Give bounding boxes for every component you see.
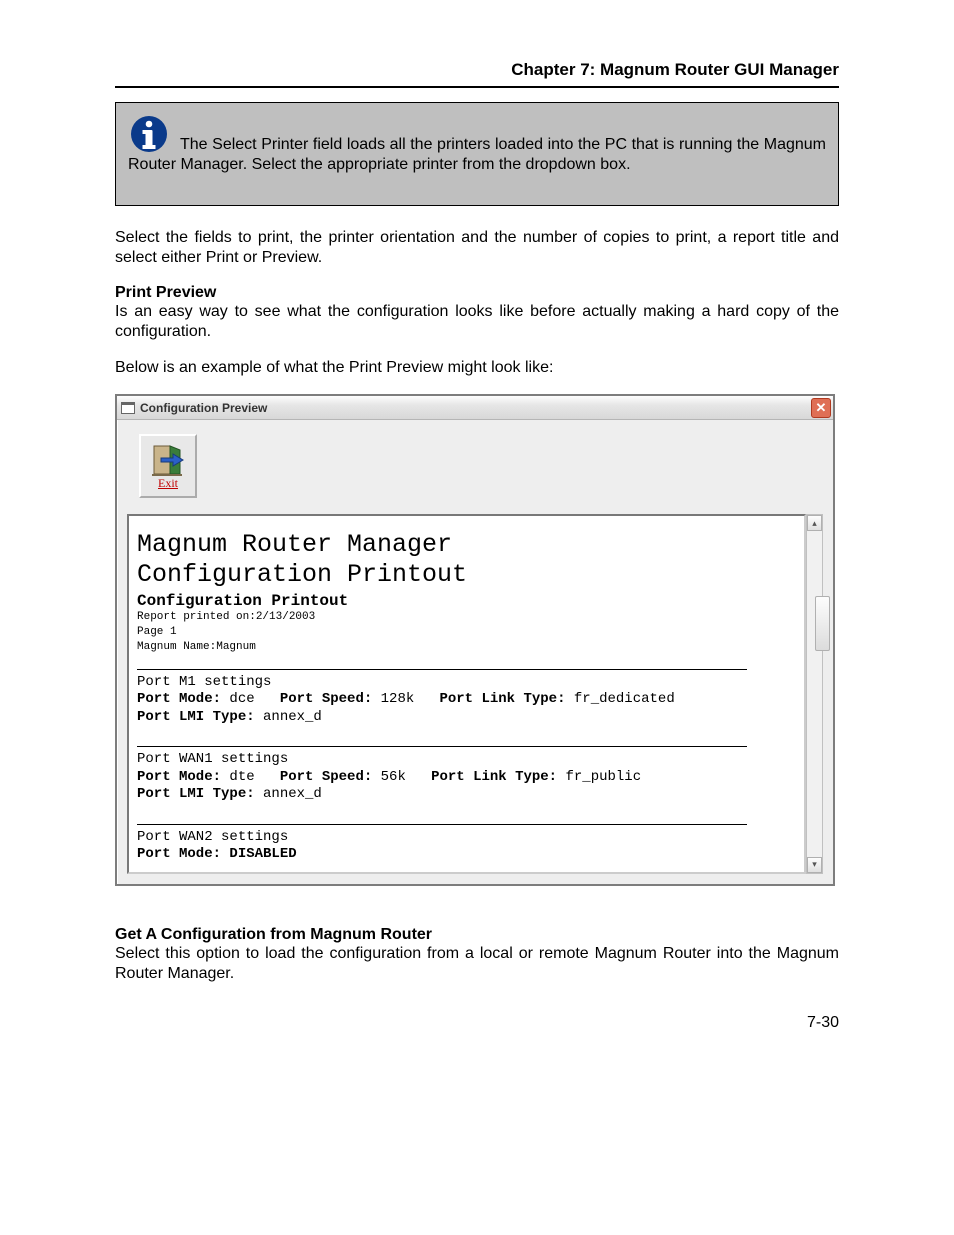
section-heading: Port WAN1 settings [137,751,796,769]
info-text: The Select Printer field loads all the p… [128,136,826,173]
example-intro: Below is an example of what the Print Pr… [115,358,839,378]
get-config-heading: Get A Configuration from Magnum Router [115,926,839,944]
section-line: Port Mode: dce Port Speed: 128k Port Lin… [137,691,796,709]
get-config-paragraph: Select this option to load the configura… [115,944,839,984]
config-preview-window: Configuration Preview ✕ Exit Magnum Rout… [115,394,835,886]
chapter-title: Chapter 7: Magnum Router GUI Manager [115,60,839,80]
section-line: Port Mode: DISABLED [137,846,796,864]
titlebar[interactable]: Configuration Preview ✕ [117,396,833,420]
section-line: Port LMI Type: annex_d [137,786,796,804]
window-title: Configuration Preview [140,401,267,415]
scroll-up-button[interactable]: ▴ [807,515,822,531]
section-divider [137,669,747,670]
header-rule [115,86,839,88]
print-preview-heading: Print Preview [115,284,839,302]
report-page: Page 1 [137,625,796,640]
chevron-up-icon: ▴ [812,518,817,529]
section-heading: Port WAN2 settings [137,829,796,847]
toolbar: Exit [117,420,833,514]
info-icon [128,113,170,155]
exit-label: Exit [158,476,178,491]
report-date: Report printed on:2/13/2003 [137,610,796,625]
print-preview-paragraph: Is an easy way to see what the configura… [115,302,839,342]
preview-body: Magnum Router Manager Configuration Prin… [127,514,806,874]
section-heading: Port M1 settings [137,674,796,692]
exit-button[interactable]: Exit [139,434,197,498]
exit-door-icon [151,442,185,478]
page-number: 7-30 [115,1014,839,1032]
preview-viewport: Magnum Router Manager Configuration Prin… [127,514,823,874]
window-icon [121,402,135,414]
section-line: Port LMI Type: annex_d [137,709,796,727]
scroll-down-button[interactable]: ▾ [807,857,822,873]
section-divider [137,746,747,747]
section-divider [137,824,747,825]
close-icon: ✕ [816,401,827,414]
scroll-thumb[interactable] [815,596,830,651]
close-button[interactable]: ✕ [811,398,831,418]
preview-title-line1: Magnum Router Manager [137,530,796,560]
vertical-scrollbar[interactable]: ▴ ▾ [806,514,823,874]
chevron-down-icon: ▾ [812,859,817,870]
info-callout: The Select Printer field loads all the p… [115,102,839,206]
preview-title-line2: Configuration Printout [137,560,796,590]
preview-subtitle: Configuration Printout [137,592,796,610]
magnum-name: Magnum Name:Magnum [137,640,796,655]
intro-paragraph: Select the fields to print, the printer … [115,228,839,268]
section-line: Port Mode: dte Port Speed: 56k Port Link… [137,769,796,787]
